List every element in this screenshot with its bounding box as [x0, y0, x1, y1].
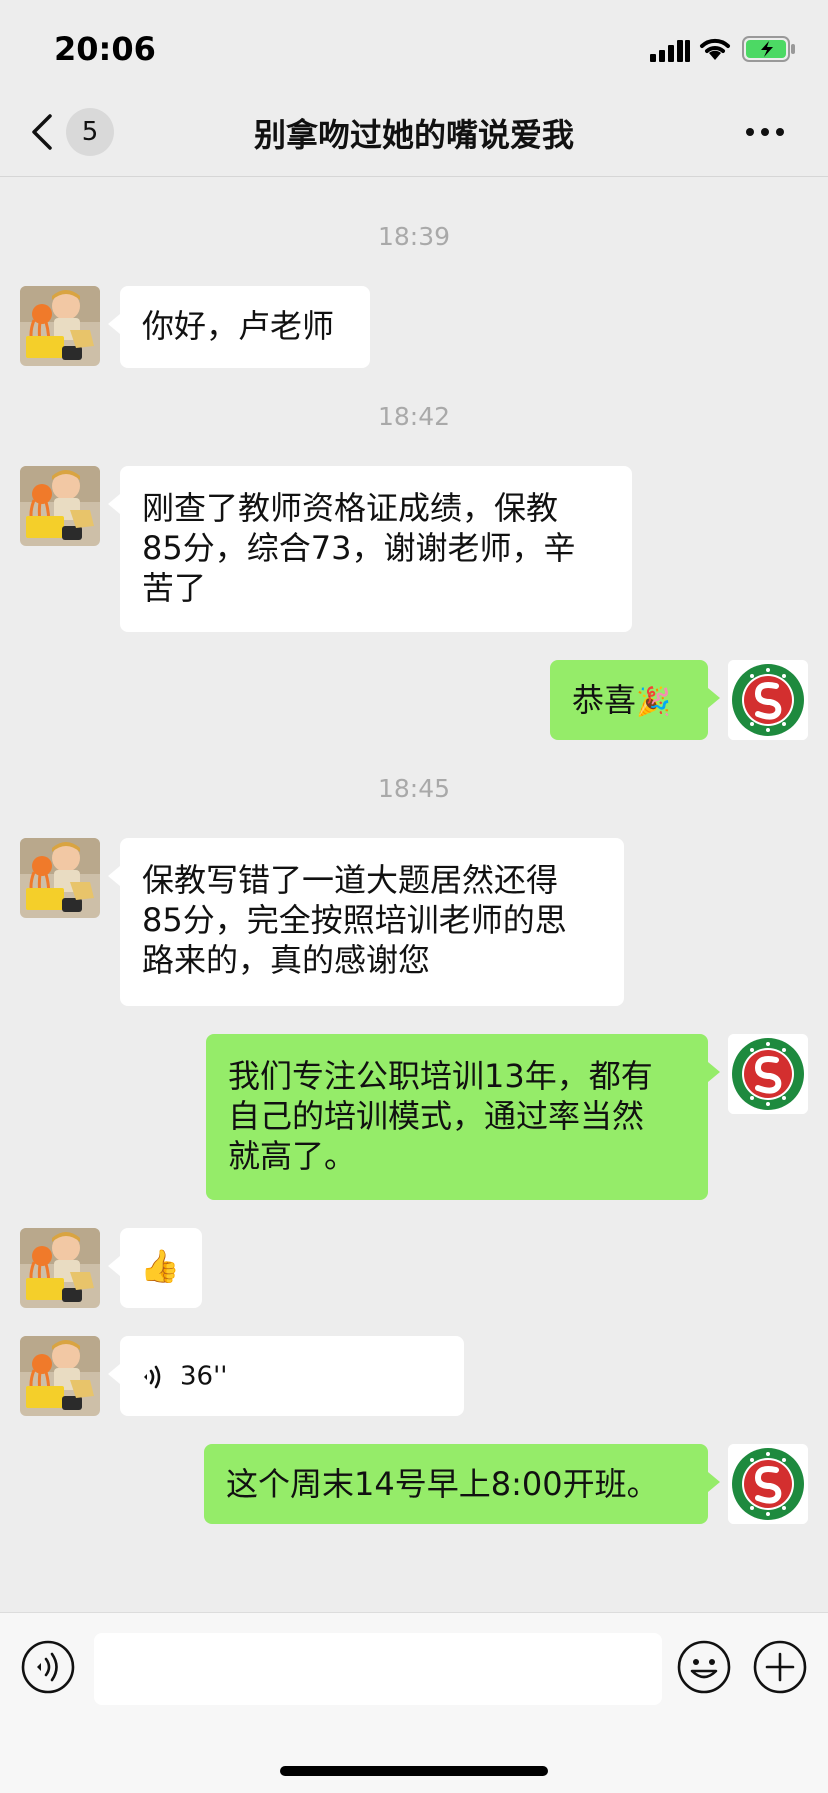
- message-line: 路来的，真的感谢您: [142, 941, 431, 979]
- plus-icon[interactable]: [752, 1639, 808, 1695]
- outgoing-message-bubble[interactable]: 恭喜🎉: [550, 660, 720, 740]
- battery-icon: [742, 36, 795, 62]
- message-timestamp: 18:39: [377, 222, 451, 251]
- message-line: 我们专注公职培训13年，都有: [228, 1057, 653, 1095]
- incoming-message-bubble[interactable]: 刚查了教师资格证成绩，保教 85分，综合73，谢谢老师，辛 苦了: [108, 466, 632, 632]
- chat-title: 别拿吻过她的嘴说爱我: [253, 116, 574, 154]
- contact-avatar[interactable]: [20, 466, 100, 546]
- message-text: 你好，卢老师: [142, 307, 335, 345]
- cellular-signal-icon: [650, 40, 690, 62]
- message-line: 刚查了教师资格证成绩，保教: [142, 489, 559, 527]
- ellipsis-icon[interactable]: [740, 120, 790, 144]
- outgoing-message-bubble[interactable]: 我们专注公职培训13年，都有 自己的培训模式，通过率当然 就高了。: [206, 1034, 720, 1200]
- wifi-icon: [700, 38, 730, 60]
- contact-avatar[interactable]: [20, 1228, 100, 1308]
- incoming-message-bubble[interactable]: 保教写错了一道大题居然还得 85分，完全按照培训老师的思 路来的，真的感谢您: [108, 838, 624, 1006]
- my-avatar[interactable]: [728, 660, 808, 740]
- contact-avatar[interactable]: [20, 286, 100, 366]
- smiley-icon[interactable]: [676, 1639, 732, 1695]
- party-popper-emoji-icon: 🎉: [636, 685, 671, 718]
- contact-avatar[interactable]: [20, 838, 100, 918]
- message-line: 保教写错了一道大题居然还得: [142, 861, 559, 899]
- message-input[interactable]: [94, 1633, 662, 1705]
- chevron-left-icon[interactable]: [26, 112, 60, 152]
- voice-icon[interactable]: [20, 1639, 76, 1695]
- my-avatar[interactable]: [728, 1444, 808, 1524]
- contact-avatar[interactable]: [20, 1336, 100, 1416]
- message-text: 这个周末14号早上8:00开班。: [226, 1465, 659, 1503]
- voice-wave-icon: [144, 1365, 161, 1388]
- incoming-message-bubble[interactable]: 你好，卢老师: [108, 286, 370, 368]
- my-avatar[interactable]: [728, 1034, 808, 1114]
- thumbs-up-emoji-icon: 👍: [140, 1247, 180, 1285]
- incoming-emoji-bubble[interactable]: 👍: [108, 1228, 202, 1308]
- message-line: 自己的培训模式，通过率当然: [228, 1097, 645, 1135]
- message-line: 就高了。: [228, 1137, 357, 1175]
- outgoing-message-bubble[interactable]: 这个周末14号早上8:00开班。: [204, 1444, 720, 1524]
- voice-duration: 36'': [180, 1361, 228, 1392]
- message-line: 85分，综合73，谢谢老师，辛: [142, 529, 576, 567]
- status-bar: 20:06: [0, 0, 828, 100]
- home-indicator[interactable]: [280, 1766, 548, 1776]
- message-timestamp: 18:45: [377, 774, 451, 803]
- message-text: 恭喜: [572, 681, 637, 719]
- message-line: 85分，完全按照培训老师的思: [142, 901, 567, 939]
- status-time: 20:06: [54, 30, 156, 68]
- unread-badge[interactable]: 5: [66, 108, 114, 156]
- chat-header: 5 别拿吻过她的嘴说爱我: [0, 100, 828, 177]
- message-timestamp: 18:42: [377, 402, 451, 431]
- chat-input-bar: [0, 1612, 828, 1793]
- voice-message-bubble[interactable]: 36'': [108, 1336, 464, 1416]
- message-line: 苦了: [142, 569, 207, 607]
